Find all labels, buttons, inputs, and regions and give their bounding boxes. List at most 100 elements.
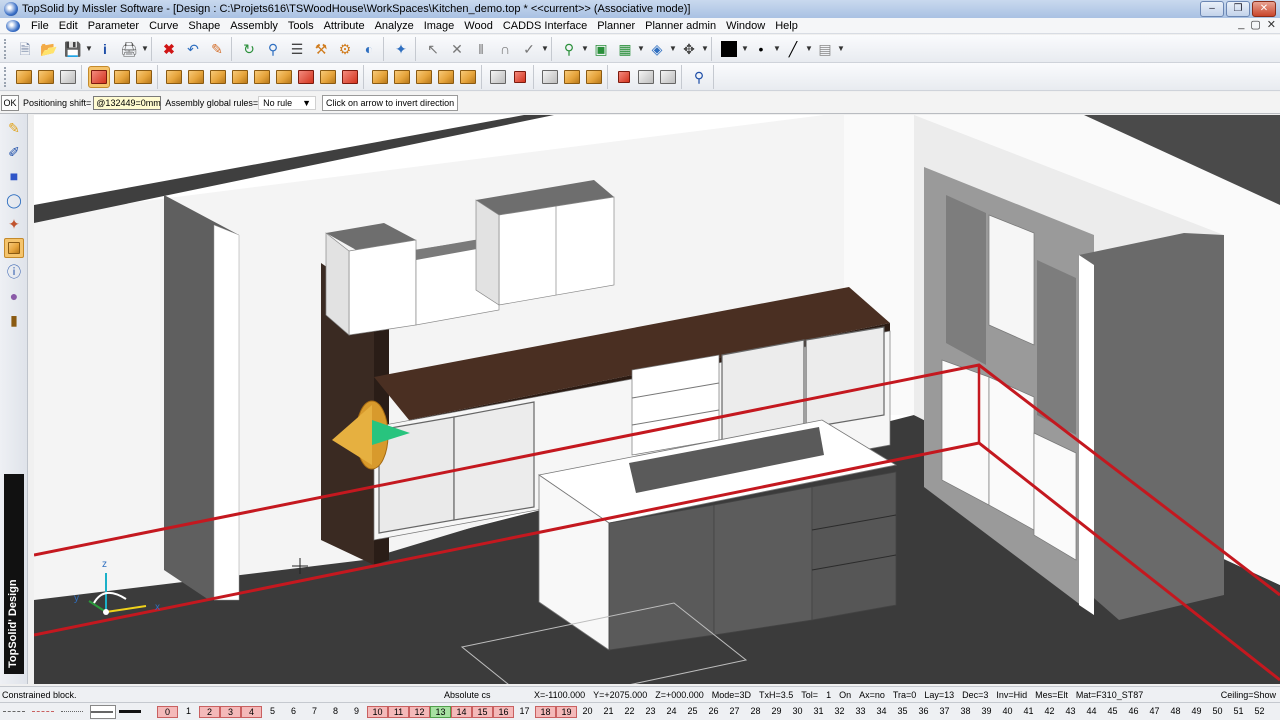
layer-button[interactable]: 18: [535, 705, 556, 718]
layer-button[interactable]: 10: [367, 705, 388, 718]
layer-button[interactable]: 14: [451, 705, 472, 718]
open-folder-icon[interactable]: 📂: [38, 38, 60, 60]
menu-edit[interactable]: Edit: [54, 20, 83, 32]
layer-button[interactable]: 42: [1039, 706, 1060, 718]
circle-icon[interactable]: ◯: [4, 190, 24, 210]
layer-button[interactable]: 41: [1018, 706, 1039, 718]
ceiling-status[interactable]: Ceiling=Show: [1217, 690, 1280, 700]
layer-dropdown-icon[interactable]: ▼: [637, 44, 645, 53]
menu-assembly[interactable]: Assembly: [225, 20, 283, 32]
tools-icon[interactable]: ⚙: [334, 38, 356, 60]
coordinate-icon[interactable]: ✦: [4, 214, 24, 234]
print-dropdown-icon[interactable]: ▼: [141, 44, 149, 53]
layer-status[interactable]: Lay=13: [920, 690, 958, 700]
part-icon[interactable]: ●: [4, 286, 24, 306]
eraser-icon[interactable]: ✎: [206, 38, 228, 60]
zoom-dynamic-icon[interactable]: ⚲: [262, 38, 284, 60]
cabinet-icon[interactable]: [35, 66, 57, 88]
cabinet-red-icon[interactable]: [88, 65, 110, 88]
cabinet-icon[interactable]: [185, 66, 207, 88]
layer-button[interactable]: 44: [1081, 706, 1102, 718]
pick-icon[interactable]: ↖: [422, 38, 444, 60]
layer-button[interactable]: 28: [745, 706, 766, 718]
view-dropdown-icon[interactable]: ▼: [669, 44, 677, 53]
cabinet-icon[interactable]: [163, 66, 185, 88]
magnet-icon[interactable]: ∩: [494, 38, 516, 60]
search-icon[interactable]: ⚲: [688, 66, 710, 88]
cabinet-icon[interactable]: [57, 66, 79, 88]
cabinet-icon[interactable]: [273, 66, 295, 88]
zoom-in-icon[interactable]: ⚲: [558, 38, 580, 60]
3d-viewport[interactable]: x y z: [34, 115, 1280, 684]
layer-button[interactable]: 21: [598, 706, 619, 718]
layer-button[interactable]: 5: [262, 706, 283, 718]
color-swatch-icon[interactable]: [718, 38, 740, 60]
menu-shape[interactable]: Shape: [183, 20, 225, 32]
cabinet-icon[interactable]: [207, 66, 229, 88]
layer-button[interactable]: 27: [724, 706, 745, 718]
ok-button[interactable]: OK: [1, 94, 19, 111]
regen-icon[interactable]: ↻: [238, 38, 260, 60]
layer-button[interactable]: 12: [409, 705, 430, 718]
delete-icon[interactable]: ✖: [158, 38, 180, 60]
dot-dropdown-icon[interactable]: ▼: [773, 44, 781, 53]
save-icon[interactable]: 💾: [62, 38, 84, 60]
layer-button[interactable]: 7: [304, 706, 325, 718]
layer-button[interactable]: 38: [955, 706, 976, 718]
cabinet-icon[interactable]: [317, 66, 339, 88]
line-style-icon[interactable]: [90, 704, 116, 719]
line-style-icon[interactable]: [61, 705, 87, 719]
toolbar-grip[interactable]: [4, 66, 8, 87]
cabinet-icon[interactable]: [457, 66, 479, 88]
layer-button[interactable]: 0: [157, 705, 178, 718]
layer-button[interactable]: 8: [325, 706, 346, 718]
new-doc-icon[interactable]: 🗎: [14, 38, 36, 60]
measure-status[interactable]: Mes=Elt: [1031, 690, 1072, 700]
tolerance-value[interactable]: 1: [822, 690, 835, 700]
line-style-icon[interactable]: [3, 705, 29, 719]
cabinet-red-icon[interactable]: [509, 66, 531, 88]
layer-button[interactable]: 40: [997, 706, 1018, 718]
positioning-shift-input[interactable]: @132449=0mm: [93, 95, 162, 110]
menu-analyze[interactable]: Analyze: [370, 20, 419, 32]
mdi-restore-button[interactable]: ▢: [1250, 18, 1260, 31]
line-style-icon[interactable]: [119, 705, 145, 719]
document-icon[interactable]: [6, 19, 20, 32]
cabinet-icon[interactable]: [435, 66, 457, 88]
save-dropdown-icon[interactable]: ▼: [85, 44, 93, 53]
zoom-dropdown-icon[interactable]: ▼: [581, 44, 589, 53]
layer-button[interactable]: 33: [850, 706, 871, 718]
mdi-minimize-button[interactable]: _: [1238, 18, 1244, 31]
menu-tools[interactable]: Tools: [283, 20, 319, 32]
dot-icon[interactable]: •: [750, 38, 772, 60]
layer-button[interactable]: 19: [556, 705, 577, 718]
menu-wood[interactable]: Wood: [459, 20, 498, 32]
layer-button[interactable]: 39: [976, 706, 997, 718]
cabinet-gray-icon[interactable]: [657, 66, 679, 88]
menu-curve[interactable]: Curve: [144, 20, 183, 32]
layer-icon[interactable]: ▦: [614, 38, 636, 60]
cabinet-icon[interactable]: [13, 66, 35, 88]
menu-parameter[interactable]: Parameter: [83, 20, 144, 32]
layer-button[interactable]: 49: [1186, 706, 1207, 718]
layer-button[interactable]: 29: [766, 706, 787, 718]
on-status[interactable]: On: [835, 690, 855, 700]
hatch-icon[interactable]: ▤: [814, 38, 836, 60]
cabinet-icon[interactable]: [561, 66, 583, 88]
layer-button[interactable]: 30: [787, 706, 808, 718]
layer-button[interactable]: 13: [430, 705, 451, 718]
layer-button[interactable]: 46: [1123, 706, 1144, 718]
layer-button[interactable]: 52: [1249, 706, 1270, 718]
cabinet-icon[interactable]: [133, 66, 155, 88]
invisible-status[interactable]: Inv=Hid: [992, 690, 1031, 700]
cabinet-red-icon[interactable]: [295, 66, 317, 88]
axis-status[interactable]: Ax=no: [855, 690, 889, 700]
restore-button[interactable]: ❐: [1226, 1, 1250, 17]
toolbar-grip[interactable]: [4, 38, 8, 59]
cabinet-icon[interactable]: [111, 66, 133, 88]
layer-button[interactable]: 51: [1228, 706, 1249, 718]
layer-button[interactable]: 37: [934, 706, 955, 718]
minimize-button[interactable]: –: [1200, 1, 1224, 17]
layer-button[interactable]: 9: [346, 706, 367, 718]
cabinet-icon[interactable]: [391, 66, 413, 88]
